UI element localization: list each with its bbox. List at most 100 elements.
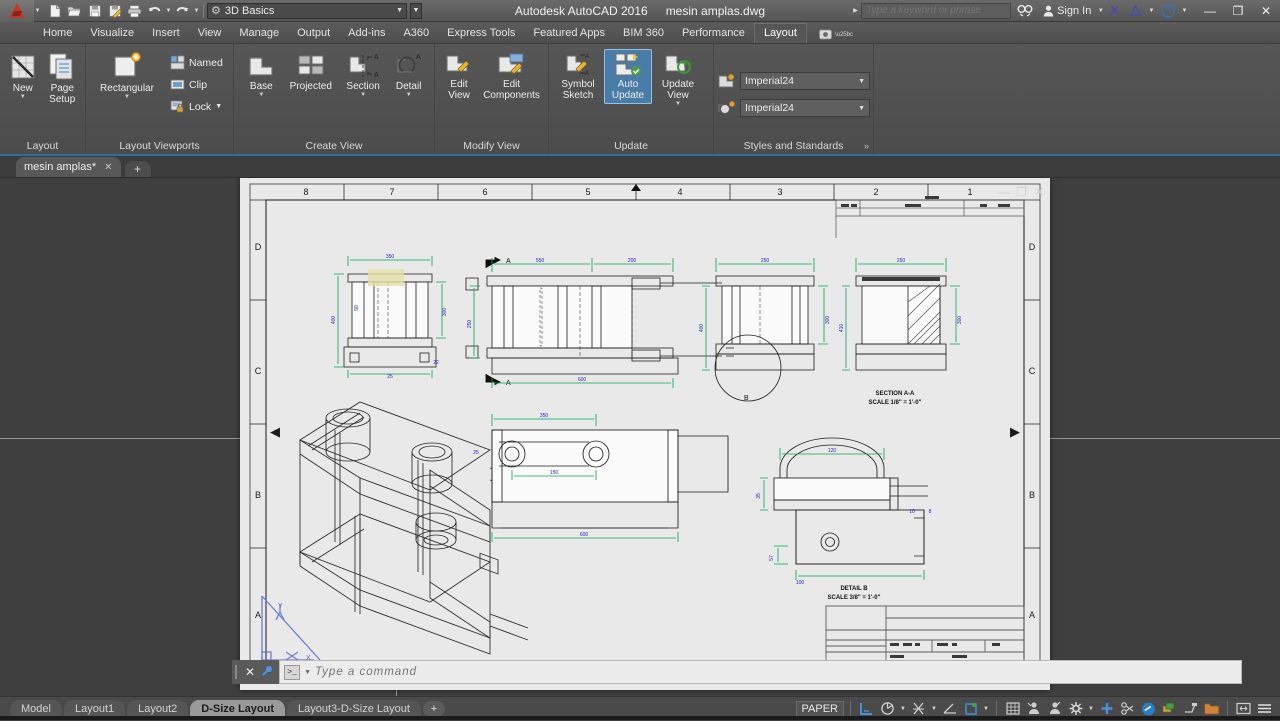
panel-title-create-view: Create View [305,139,363,152]
search-box[interactable] [861,2,1012,19]
section-view-dropdown-icon[interactable]: ▼ [360,92,366,98]
exchange-apps-icon[interactable]: X [1106,1,1123,21]
search-input[interactable] [866,5,1007,16]
close-icon[interactable]: ✕ [104,162,112,173]
projected-view-icon [296,52,326,80]
open-file-icon[interactable] [65,1,84,20]
redo-dropdown-icon[interactable]: ▼ [193,8,200,14]
command-input[interactable] [315,666,1237,678]
detail-view-button[interactable]: A Detail ▼ [387,49,430,101]
new-layout-button[interactable]: New ▼ [4,49,42,103]
tab-manage[interactable]: Manage [230,24,288,43]
section-style-combo[interactable]: Imperial24 ▼ [740,72,870,90]
lock-viewport-dropdown-icon[interactable]: ▼ [215,103,222,110]
edit-components-button[interactable]: Edit Components [479,49,544,104]
save-icon[interactable] [85,1,104,20]
tab-add-ins[interactable]: Add-ins [339,24,394,43]
base-view-button[interactable]: Base ▼ [240,49,283,101]
ribbon-display-options-icon[interactable]: \u25bc [813,26,859,43]
tab-bim-360[interactable]: BIM 360 [614,24,673,43]
named-viewport-button[interactable]: Named [166,52,227,73]
rectangular-viewport-dropdown-icon[interactable]: ▼ [124,94,130,100]
redo-icon[interactable] [173,1,192,20]
tab-express-tools[interactable]: Express Tools [438,24,524,43]
command-history-chevron-icon[interactable]: ▼ [304,669,311,676]
restore-button[interactable]: ❐ [1224,0,1252,22]
command-input-area[interactable]: >_ ▼ [279,660,1242,684]
plot-icon[interactable] [125,1,144,20]
close-button[interactable]: ✕ [1252,0,1280,22]
viewport-restore-button[interactable]: ❐ [1016,185,1027,199]
command-prompt-icon: >_ [284,664,301,680]
panel-expand-icon[interactable]: » [864,141,869,151]
command-line-drag-handle[interactable] [232,660,240,684]
polar-tracking-chevron-icon[interactable]: ▼ [899,706,907,712]
auto-update-button[interactable]: Auto Update [604,49,652,104]
clip-viewport-button[interactable]: Clip [166,74,227,95]
layout-paper-sheet: 876 543 21 876 543 21 DCBA DCBA [240,178,1050,690]
autodesk-360-icon[interactable] [1125,1,1146,21]
sign-in-button[interactable]: Sign In [1039,1,1095,21]
layout-tab-layout3-d-size-layout[interactable]: Layout3-D-Size Layout [287,699,421,718]
edit-view-button[interactable]: Edit View [439,49,479,104]
workspace-switching-chevron-icon[interactable]: ▼ [1087,706,1095,712]
symbol-sketch-button[interactable]: AA Symbol Sketch [553,49,603,104]
new-file-icon[interactable] [45,1,64,20]
help-chevron-icon[interactable]: ▼ [1181,8,1188,14]
section-view-button[interactable]: AA Section ▼ [339,49,387,101]
document-tab-mesin-amplas[interactable]: mesin amplas* ✕ [16,157,121,177]
layout-tab-layout1[interactable]: Layout1 [63,699,126,718]
autodesk-360-chevron-icon[interactable]: ▼ [1148,8,1155,14]
new-layout-dropdown-icon[interactable]: ▼ [20,94,26,100]
tab-visualize[interactable]: Visualize [81,24,143,43]
base-view-dropdown-icon[interactable]: ▼ [258,92,264,98]
viewport-minimize-button[interactable]: — [997,185,1009,199]
update-view-dropdown-icon[interactable]: ▼ [675,101,681,107]
projected-view-button[interactable]: Projected [283,49,339,95]
detail-style-combo[interactable]: Imperial24 ▼ [740,99,870,117]
tab-home[interactable]: Home [34,24,81,43]
application-menu-button[interactable] [0,0,34,22]
tab-performance[interactable]: Performance [673,24,754,43]
workspace-gear-icon: ⚙ [211,5,221,17]
object-snap-chevron-icon[interactable]: ▼ [930,706,938,712]
workspace-selector[interactable]: ⚙ 3D Basics ▼ [207,2,407,19]
detail-view-dropdown-icon[interactable]: ▼ [406,92,412,98]
new-document-tab-button[interactable]: + [124,161,151,177]
sign-in-chevron-icon[interactable]: ▼ [1097,8,1104,14]
update-view-button[interactable]: Update View ▼ [653,49,703,110]
search-expand-icon[interactable]: ▶ [852,7,859,14]
tab-view[interactable]: View [189,24,231,43]
add-layout-button[interactable]: + [422,700,445,717]
application-menu-chevron-icon[interactable]: ▼ [34,8,41,14]
detail-style-chevron-down-icon[interactable]: ▼ [858,105,865,112]
viewport-close-button[interactable]: ✕ [1034,185,1044,199]
layout-tab-layout2[interactable]: Layout2 [127,699,189,718]
lock-viewport-button[interactable]: Lock ▼ [166,96,227,117]
workspace-chevron-down-icon[interactable]: ▼ [396,7,403,14]
qat-customize-button[interactable]: ▼ [410,2,422,19]
tab-insert[interactable]: Insert [143,24,189,43]
layout-tab-d-size-layout[interactable]: D-Size Layout [190,699,286,718]
help-icon[interactable]: ? [1157,1,1179,21]
annotation-visibility-chevron-icon[interactable]: ▼ [982,706,990,712]
undo-dropdown-icon[interactable]: ▼ [165,8,172,14]
tab-a360[interactable]: A360 [394,24,438,43]
page-setup-button[interactable]: Page Setup [44,49,82,108]
drawing-canvas[interactable]: 876 543 21 876 543 21 DCBA DCBA [0,178,1280,696]
viewport-small-buttons: Named Clip Lock ▼ [166,49,227,117]
tab-layout[interactable]: Layout [753,23,807,43]
rectangular-viewport-button[interactable]: Rectangular ▼ [90,49,164,103]
command-line-customize-icon[interactable] [260,664,274,681]
save-as-icon[interactable] [105,1,124,20]
tab-featured-apps[interactable]: Featured Apps [524,24,614,43]
search-icon[interactable] [1013,1,1037,21]
tab-output[interactable]: Output [288,24,339,43]
space-mode-toggle[interactable]: PAPER [795,700,844,717]
undo-icon[interactable] [145,1,164,20]
section-style-chevron-down-icon[interactable]: ▼ [858,78,865,85]
command-line-close-icon[interactable]: ✕ [245,665,255,679]
panel-title-update: Update [614,139,648,152]
minimize-button[interactable]: — [1196,0,1224,22]
layout-tab-model[interactable]: Model [10,699,62,718]
